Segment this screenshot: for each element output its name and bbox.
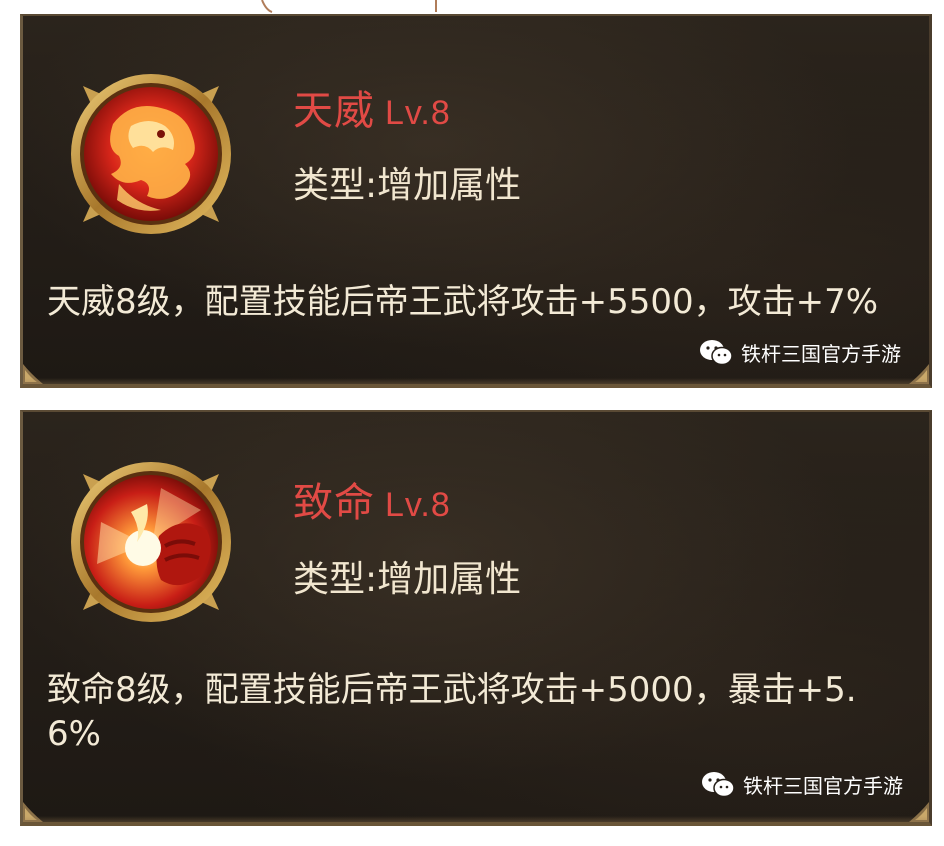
frame-corner-ornament [23, 364, 43, 384]
skill-name: 致命 [293, 480, 375, 526]
watermark-text: 铁杆三国官方手游 [741, 342, 901, 366]
skill-name: 天威 [293, 88, 375, 134]
skill-type: 类型:增加属性 [293, 559, 522, 600]
skill-description: 天威8级，配置技能后帝王武将攻击+5500，攻击+7% [47, 282, 879, 322]
skill-level: Lv.8 [385, 94, 451, 132]
watermark: 铁杆三国官方手游 [699, 338, 901, 367]
frame-corner-ornament [909, 364, 929, 384]
skill-type: 类型:增加属性 [293, 165, 522, 206]
watermark: 铁杆三国官方手游 [701, 770, 903, 799]
frame-corner-ornament [23, 802, 43, 822]
top-ornament [261, 0, 437, 13]
wechat-icon [700, 339, 733, 365]
flaming-lion-icon [71, 74, 231, 234]
skill-card-zhiming: 致命 Lv.8 类型:增加属性 致命8级，配置技能后帝王武将攻击+5000，暴击+… [20, 410, 932, 826]
skill-level: Lv.8 [385, 486, 451, 524]
skill-title: 致命 Lv.8 [293, 470, 451, 528]
skill-title: 天威 Lv.8 [293, 78, 451, 136]
skill-card-tianwei: 天威 Lv.8 类型:增加属性 天威8级，配置技能后帝王武将攻击+5500，攻击+… [20, 14, 932, 388]
watermark-text: 铁杆三国官方手游 [743, 774, 903, 798]
flaming-fist-icon [71, 462, 231, 622]
skill-description: 致命8级，配置技能后帝王武将攻击+5000，暴击+5.6% [47, 670, 857, 754]
frame-corner-ornament [909, 802, 929, 822]
wechat-icon [702, 771, 735, 797]
